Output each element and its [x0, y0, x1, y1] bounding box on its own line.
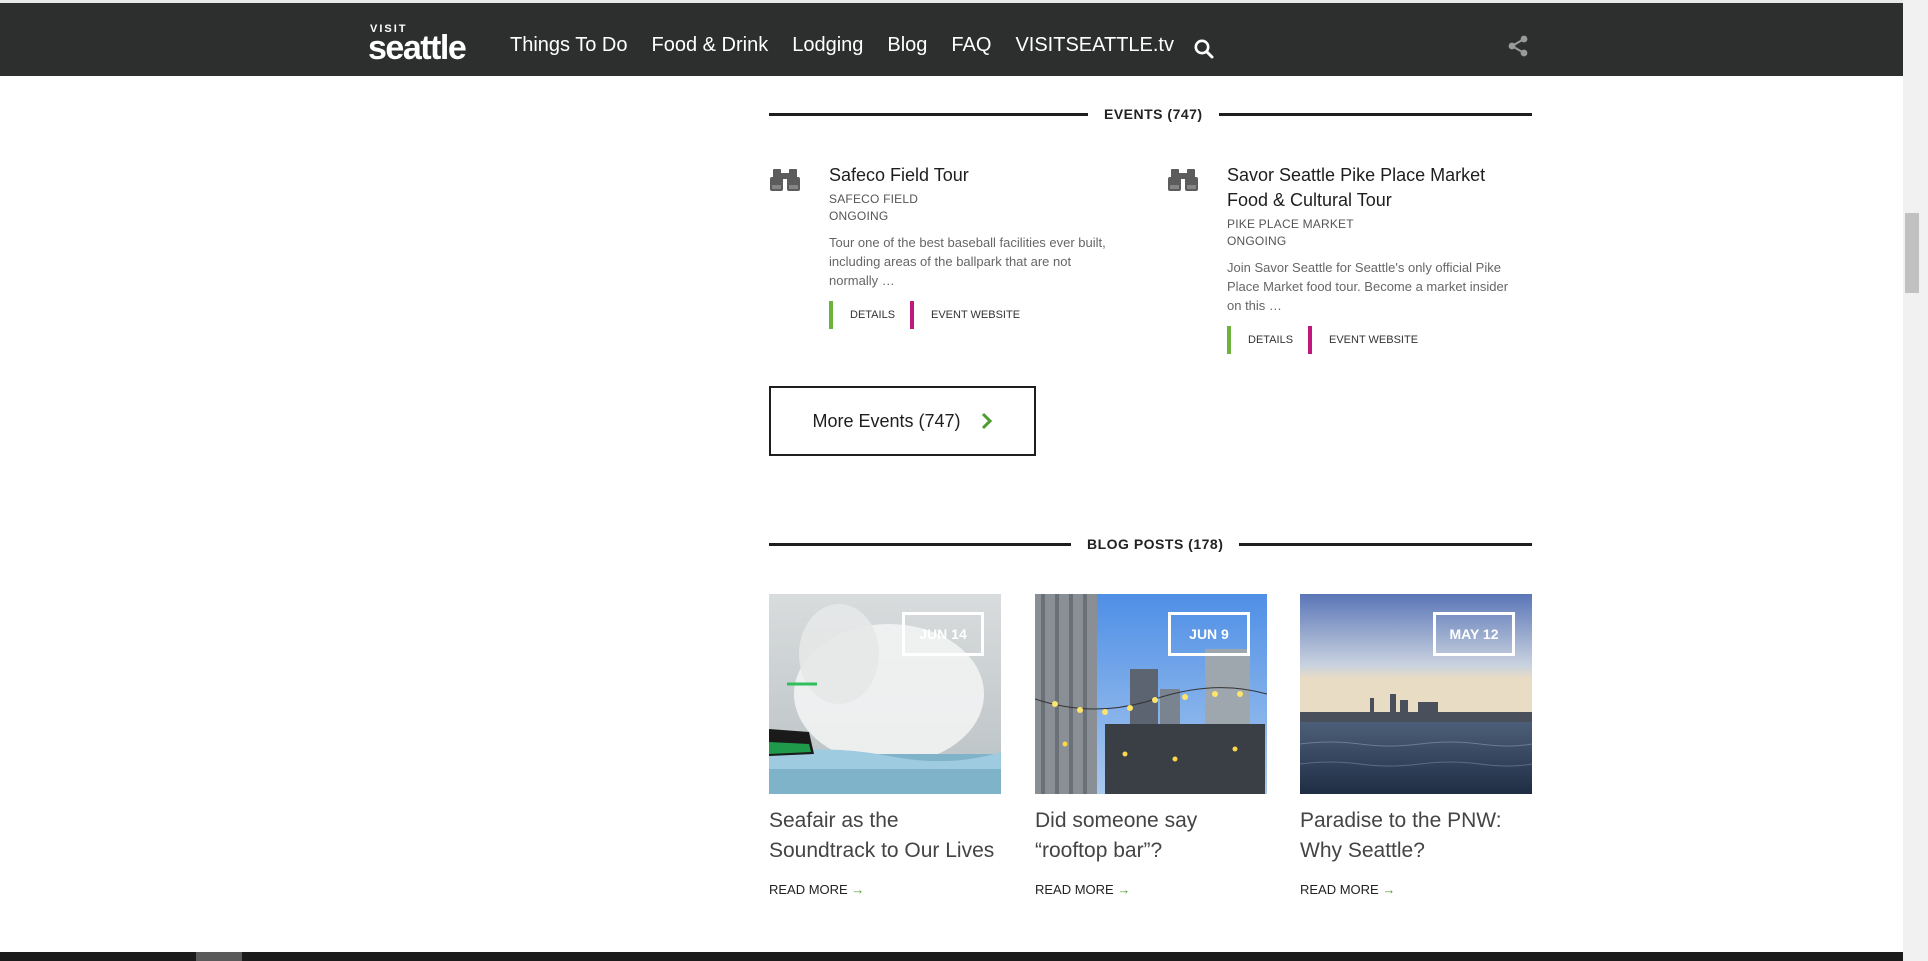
blog-post-date: JUN 9 [1168, 612, 1250, 656]
event-description-line: normally … [829, 273, 895, 288]
blog-post-image[interactable]: JUN 14 [769, 594, 1001, 794]
blog-post-title-line: Did someone say [1035, 809, 1198, 832]
event-description-line: Join Savor Seattle for Seattle's only of… [1227, 260, 1501, 275]
blog-post-date: JUN 14 [902, 612, 984, 656]
event-description: Tour one of the best baseball facilities… [829, 233, 1106, 290]
event-title[interactable]: Safeco Field Tour [829, 163, 969, 188]
blog-post-title-line: Soundtrack to Our Lives [769, 839, 995, 862]
main-nav: Things To Do Food & Drink Lodging Blog F… [510, 34, 1174, 57]
event-website-link[interactable]: EVENT WEBSITE [910, 301, 1020, 329]
more-events-label: More Events (747) [812, 410, 961, 431]
footer-edge-accent [196, 952, 242, 961]
event-date: ONGOING [1227, 234, 1287, 248]
event-title-line: Food & Cultural Tour [1227, 190, 1392, 210]
nav-faq[interactable]: FAQ [951, 34, 991, 57]
event-description: Join Savor Seattle for Seattle's only of… [1227, 258, 1508, 315]
logo-seattle-text: seattle [368, 29, 467, 67]
chevron-right-icon [981, 412, 992, 430]
read-more-link[interactable]: READ MORE → [769, 882, 864, 897]
nav-visitseattle-tv[interactable]: VISITSEATTLE.tv [1015, 34, 1174, 57]
event-venue: SAFECO FIELD [829, 192, 919, 206]
nav-blog[interactable]: Blog [887, 34, 927, 57]
more-events-button[interactable]: More Events (747) [769, 386, 1036, 456]
binoculars-icon [1167, 168, 1199, 197]
event-date: ONGOING [829, 209, 889, 223]
scrollbar-thumb[interactable] [1905, 213, 1919, 293]
nav-things-to-do[interactable]: Things To Do [510, 34, 627, 57]
event-description-line: Tour one of the best baseball facilities… [829, 235, 1106, 250]
event-title-line: Safeco Field Tour [829, 165, 969, 185]
events-heading: EVENTS (747) [1088, 106, 1219, 122]
event-title-line: Savor Seattle Pike Place Market [1227, 165, 1486, 185]
share-icon[interactable] [1506, 34, 1530, 58]
site-header: VISIT seattle Things To Do Food & Drink … [0, 3, 1903, 76]
event-description-line: including areas of the ballpark that are… [829, 254, 1072, 269]
search-icon[interactable] [1193, 38, 1215, 60]
read-more-label: READ MORE [769, 882, 848, 897]
arrow-right-icon: → [1117, 882, 1131, 897]
visit-seattle-logo[interactable]: VISIT seattle [368, 23, 478, 67]
blog-heading: BLOG POSTS (178) [1071, 536, 1240, 552]
blog-post-title[interactable]: Seafair as the Soundtrack to Our Lives [769, 806, 1009, 866]
blog-post-title-line: “rooftop bar”? [1035, 839, 1163, 862]
read-more-label: READ MORE [1035, 882, 1114, 897]
blog-post-date: MAY 12 [1433, 612, 1515, 656]
blog-post-image[interactable]: JUN 9 [1035, 594, 1267, 794]
blog-post-title-line: Paradise to the PNW: [1300, 809, 1502, 832]
event-description-line: on this … [1227, 298, 1282, 313]
blog-post-title[interactable]: Did someone say “rooftop bar”? [1035, 806, 1275, 866]
event-title[interactable]: Savor Seattle Pike Place Market Food & C… [1227, 163, 1485, 213]
arrow-right-icon: → [1382, 882, 1396, 897]
event-venue: PIKE PLACE MARKET [1227, 217, 1354, 231]
nav-lodging[interactable]: Lodging [792, 34, 863, 57]
read-more-link[interactable]: READ MORE → [1300, 882, 1395, 897]
event-details-link[interactable]: DETAILS [1227, 326, 1293, 354]
event-description-line: Place Market food tour. Become a market … [1227, 279, 1509, 294]
read-more-link[interactable]: READ MORE → [1035, 882, 1130, 897]
blog-post-image[interactable]: MAY 12 [1300, 594, 1532, 794]
read-more-label: READ MORE [1300, 882, 1379, 897]
blog-post-title[interactable]: Paradise to the PNW: Why Seattle? [1300, 806, 1540, 866]
arrow-right-icon: → [851, 882, 865, 897]
event-details-link[interactable]: DETAILS [829, 301, 895, 329]
blog-post-title-line: Why Seattle? [1300, 839, 1425, 862]
event-website-link[interactable]: EVENT WEBSITE [1308, 326, 1418, 354]
binoculars-icon [769, 168, 801, 197]
page-scrollbar[interactable] [1903, 0, 1928, 961]
nav-food-drink[interactable]: Food & Drink [651, 34, 768, 57]
footer-edge [0, 952, 1903, 961]
blog-post-title-line: Seafair as the [769, 809, 899, 832]
